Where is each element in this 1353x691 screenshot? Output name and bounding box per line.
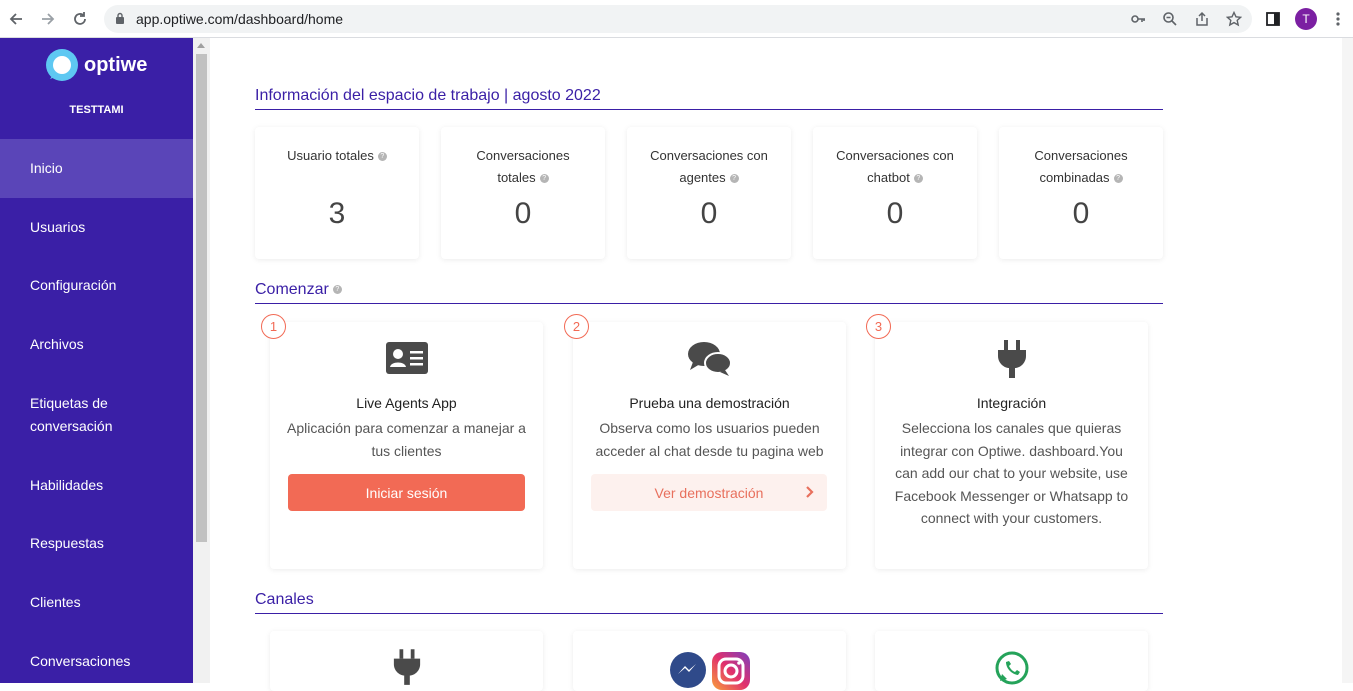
scrollbar-thumb[interactable] (196, 54, 207, 542)
sidebar-item-etiquetas[interactable]: Etiquetas de conversación (0, 374, 193, 456)
login-button[interactable]: Iniciar sesión (288, 474, 525, 511)
stat-card: Conversaciones con agentes? 0 (627, 127, 791, 259)
stat-label: Usuario totales (287, 148, 374, 163)
step-number: 2 (564, 314, 589, 339)
step-card-demo: Prueba una demostración Observa como los… (573, 322, 846, 569)
key-icon[interactable] (1127, 8, 1149, 30)
help-icon[interactable]: ? (539, 174, 549, 184)
messenger-icon (669, 652, 706, 688)
id-card-icon (270, 340, 543, 380)
stat-value: 0 (700, 197, 718, 230)
profile-avatar[interactable]: T (1295, 8, 1317, 30)
stat-value: 0 (1072, 197, 1090, 230)
help-icon[interactable]: ? (377, 152, 387, 162)
stat-card: Conversaciones con chatbot? 0 (813, 127, 977, 259)
instagram-icon (711, 652, 750, 690)
step-description: Selecciona los canales que quieras integ… (894, 420, 1129, 527)
window-scrollbar[interactable] (1342, 38, 1353, 683)
url-text: app.optiwe.com/dashboard/home (136, 11, 344, 27)
step-number: 3 (866, 314, 891, 339)
sidebar-item-respuestas[interactable]: Respuestas (0, 514, 193, 573)
stat-card: Conversaciones totales? 0 (441, 127, 605, 259)
sidebar-item-archivos[interactable]: Archivos (0, 315, 193, 374)
sidebar: optiwe TESTTAMI Inicio Usuarios Configur… (0, 38, 193, 683)
plug-icon (393, 649, 420, 685)
sidebar-item-habilidades[interactable]: Habilidades (0, 456, 193, 515)
chevron-right-icon (805, 484, 815, 503)
get-started-title: Comenzar? (255, 281, 1163, 304)
stat-label: Conversaciones con chatbot (836, 148, 954, 185)
page-scrollbar[interactable] (193, 38, 210, 683)
optiwe-logo[interactable]: optiwe (44, 47, 147, 83)
sidebar-item-clientes[interactable]: Clientes (0, 573, 193, 632)
stat-value: 3 (328, 197, 346, 230)
help-icon[interactable]: ? (729, 174, 739, 184)
zoom-icon[interactable] (1159, 8, 1181, 30)
workspace-name: TESTTAMI (69, 104, 124, 116)
step-card-integration: Integración Selecciona los canales que q… (875, 322, 1148, 569)
stat-value: 0 (514, 197, 532, 230)
whatsapp-icon (995, 651, 1028, 685)
chat-bubbles-icon (573, 340, 846, 380)
optiwe-logo-icon (46, 49, 78, 81)
browser-toolbar: app.optiwe.com/dashboard/home T (0, 0, 1353, 38)
stat-label: Conversaciones con agentes (650, 148, 768, 185)
scroll-up-icon[interactable] (197, 43, 205, 48)
help-icon[interactable]: ? (1113, 174, 1123, 184)
side-panel-icon[interactable] (1262, 8, 1284, 30)
stat-card: Conversaciones combinadas? 0 (999, 127, 1163, 259)
bookmark-star-icon[interactable] (1223, 8, 1245, 30)
step-number: 1 (261, 314, 286, 339)
more-menu-icon[interactable] (1327, 8, 1349, 30)
plug-icon (875, 340, 1148, 380)
forward-icon[interactable] (36, 7, 60, 31)
step-title: Integración (976, 395, 1047, 411)
logo-text: optiwe (84, 53, 148, 76)
stat-card: Usuario totales? 3 (255, 127, 419, 259)
step-description: Observa como los usuarios pueden acceder… (595, 420, 824, 459)
sidebar-item-usuarios[interactable]: Usuarios (0, 198, 193, 257)
reload-icon[interactable] (68, 7, 92, 31)
step-title: Prueba una demostración (629, 395, 790, 411)
sidebar-menu: Inicio Usuarios Configuración Archivos E… (0, 139, 193, 691)
share-icon[interactable] (1191, 8, 1213, 30)
help-icon[interactable]: ? (913, 174, 923, 184)
help-icon[interactable]: ? (332, 285, 342, 295)
step-title: Live Agents App (356, 395, 457, 411)
sidebar-item-conversaciones[interactable]: Conversaciones (0, 632, 193, 691)
channel-card[interactable] (270, 631, 543, 691)
channel-card[interactable] (875, 631, 1148, 691)
channel-card[interactable] (573, 631, 846, 691)
stat-value: 0 (886, 197, 904, 230)
step-card-live-agents: Live Agents App Aplicación para comenzar… (270, 322, 543, 569)
channels-title: Canales (255, 591, 1163, 614)
back-icon[interactable] (4, 7, 28, 31)
view-demo-label: Ver demostración (654, 484, 764, 501)
view-demo-button[interactable]: Ver demostración (591, 474, 827, 511)
step-description: Aplicación para comenzar a manejar a tus… (287, 420, 526, 459)
get-started-title-text: Comenzar (255, 281, 329, 298)
lock-icon (115, 12, 125, 30)
sidebar-item-inicio[interactable]: Inicio (0, 139, 193, 198)
workspace-info-title: Información del espacio de trabajo | ago… (255, 87, 1163, 110)
address-bar[interactable]: app.optiwe.com/dashboard/home (104, 5, 1252, 33)
sidebar-item-configuracion[interactable]: Configuración (0, 256, 193, 315)
stat-label: Conversaciones totales (476, 148, 570, 185)
